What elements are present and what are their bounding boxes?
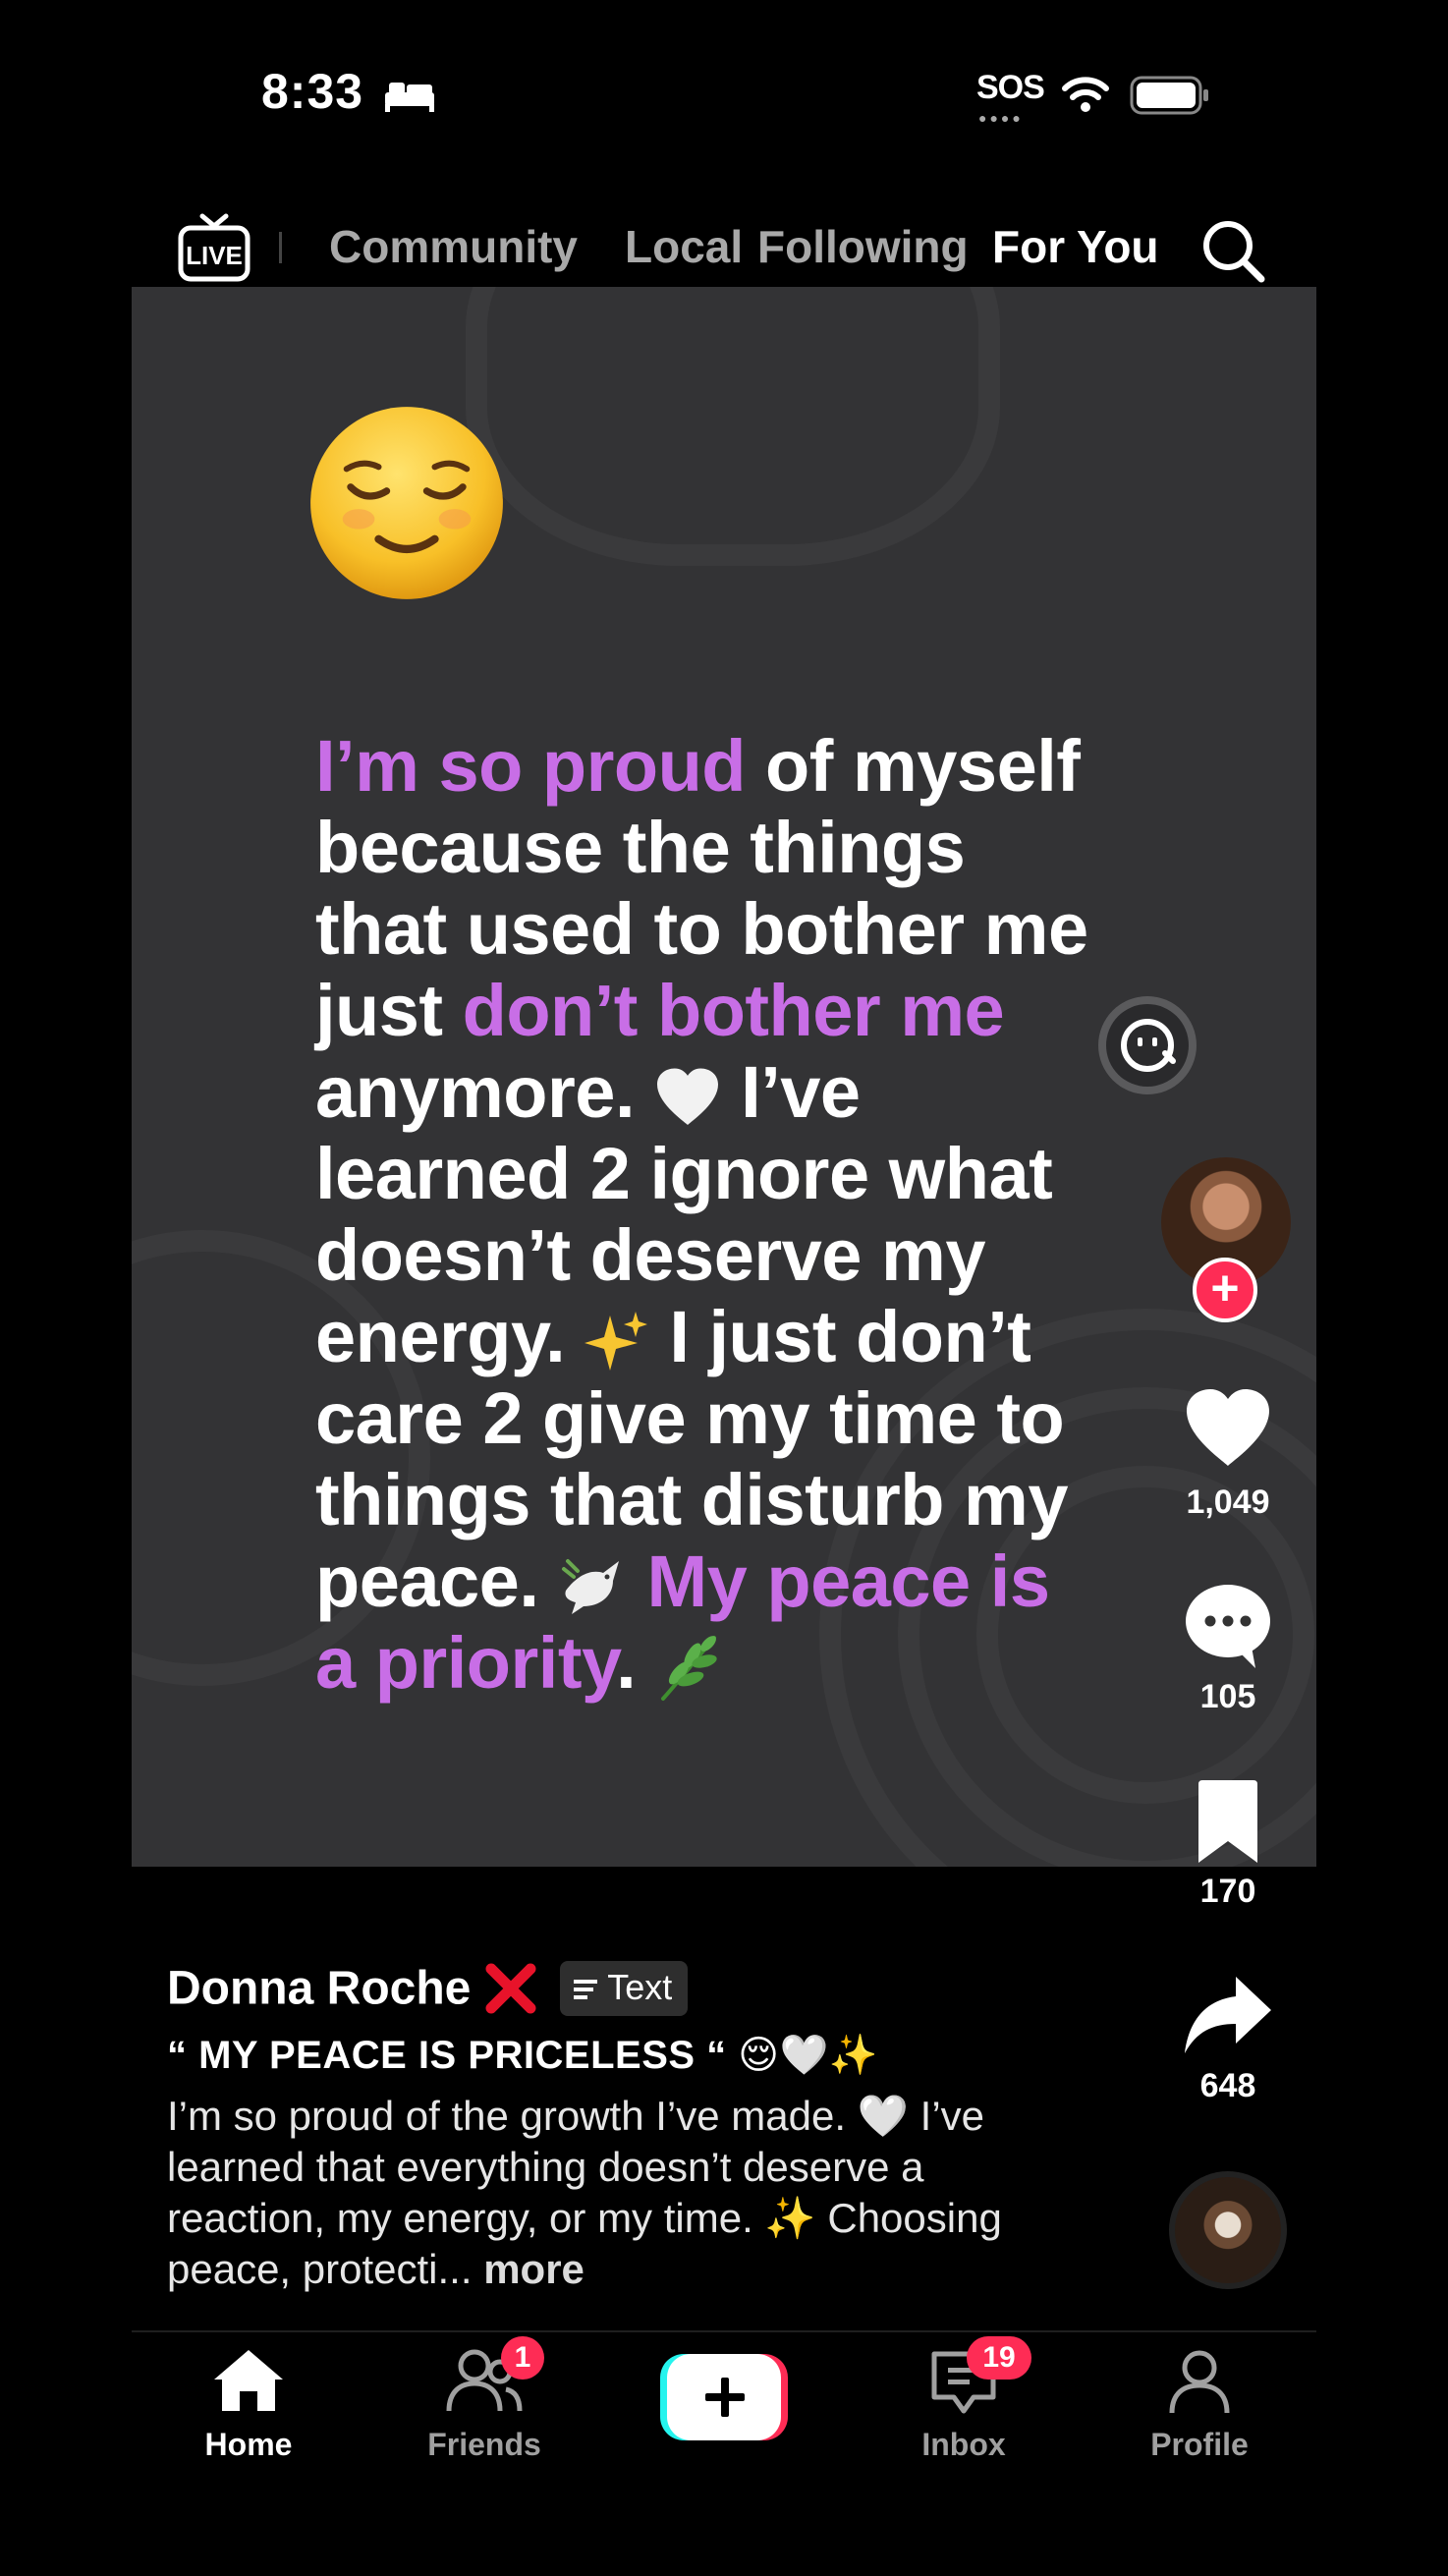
herb-emoji [655, 1622, 720, 1704]
bottom-nav-divider [132, 2330, 1316, 2332]
video-player[interactable]: I’m so proud of myself because the things… [132, 287, 1316, 1867]
create-button[interactable] [660, 2354, 788, 2440]
quote-segment: anymore. [315, 1051, 655, 1133]
quote-segment [627, 1540, 646, 1622]
quote-segment: energy. [315, 1296, 585, 1377]
quote-segment: that used to bother me [315, 888, 1088, 970]
text-badge-label: Text [607, 1967, 673, 2007]
search-icon[interactable] [1198, 216, 1267, 285]
white-heart-emoji [654, 1051, 721, 1133]
text-post-badge: Text [560, 1961, 689, 2016]
svg-text:LIVE: LIVE [186, 241, 243, 270]
top-feed-nav: LIVE Community Local Following For You [132, 206, 1316, 307]
quote-line: doesn’t deserve my [315, 1214, 1199, 1296]
comment-icon[interactable] [1183, 1582, 1273, 1670]
quote-highlight: don’t bother me [462, 970, 1005, 1051]
author-name[interactable]: Donna Roche [167, 1963, 471, 2015]
tab-community[interactable]: Community [329, 220, 578, 273]
quote-line: I’m so proud of myself [315, 725, 1199, 807]
sleep-focus-icon [385, 83, 434, 112]
quote-line: because the things [315, 807, 1199, 888]
more-link[interactable]: more [483, 2246, 585, 2292]
quote-segment: I’ve [721, 1051, 861, 1133]
quote-segment: learned 2 ignore what [315, 1133, 1053, 1214]
signal-dots: ●●●● [978, 110, 1024, 126]
quote-line: a priority. [315, 1622, 1199, 1704]
quote-line: energy. I just don’t [315, 1296, 1199, 1377]
quote-segment: care 2 give my time to [315, 1377, 1065, 1459]
tab-for-you[interactable]: For You [992, 220, 1159, 273]
nav-home[interactable] [165, 2348, 332, 2418]
quote-segment: of myself [746, 725, 1081, 807]
nav-inbox-label: Inbox [921, 2427, 1006, 2462]
share-arrow-icon[interactable] [1183, 1975, 1273, 2055]
quote-segment: things that disturb my [315, 1459, 1069, 1540]
nav-divider [279, 232, 282, 263]
quote-highlight: I’m so proud [315, 725, 747, 807]
caption-text: I’m so proud of the growth I’ve made. 🤍 … [167, 2093, 1002, 2292]
quote-text: I’m so proud of myself because the things… [315, 725, 1199, 1704]
phone-screen: 8:33 SOS ●●●● LIVE Community Local Follo… [132, 0, 1316, 2576]
profile-icon [1169, 2350, 1230, 2414]
quote-highlight: a priority [315, 1622, 617, 1704]
quote-line: things that disturb my [315, 1459, 1199, 1540]
text-lines-icon [574, 1980, 598, 2000]
nav-profile[interactable] [1116, 2348, 1283, 2422]
quote-segment: just [315, 970, 463, 1051]
quote-segment: I just don’t [649, 1296, 1031, 1377]
live-tv-icon[interactable]: LIVE [177, 210, 251, 285]
quote-line: just don’t bother me [315, 970, 1199, 1051]
quote-line: care 2 give my time to [315, 1377, 1199, 1459]
friends-badge: 1 [501, 2336, 544, 2380]
bookmark-icon[interactable] [1193, 1780, 1263, 1865]
comment-count: 105 [1199, 1678, 1256, 1715]
sos-indicator: SOS [976, 69, 1045, 106]
like-count: 1,049 [1186, 1484, 1270, 1521]
follow-button[interactable]: + [1193, 1258, 1257, 1322]
home-icon [214, 2350, 283, 2411]
quote-segment: peace. [315, 1540, 559, 1622]
nav-profile-label: Profile [1150, 2427, 1249, 2462]
quote-line: that used to bother me [315, 888, 1199, 970]
author-row: Donna Roche Text [167, 1961, 689, 2020]
quote-line: peace. My peace is [315, 1540, 1199, 1622]
quote-highlight: My peace is [646, 1540, 1050, 1622]
wifi-icon [1062, 77, 1109, 112]
save-count: 170 [1199, 1873, 1256, 1910]
inbox-badge: 19 [967, 2336, 1031, 2380]
share-count: 648 [1199, 2067, 1256, 2104]
quote-segment: . [616, 1622, 656, 1704]
battery-icon [1130, 76, 1208, 115]
quote-segment: because the things [315, 807, 966, 888]
nav-home-label: Home [204, 2427, 293, 2462]
red-x-icon [485, 1963, 536, 2014]
relieved-face-emoji [310, 407, 503, 599]
sparkles-emoji [585, 1296, 649, 1377]
caption-body[interactable]: I’m so proud of the growth I’ve made. 🤍 … [167, 2091, 1051, 2295]
quote-line: learned 2 ignore what [315, 1133, 1199, 1214]
quote-segment: doesn’t deserve my [315, 1214, 985, 1296]
caption-title: “ MY PEACE IS PRICELESS “ 😌🤍✨ [167, 2034, 879, 2077]
tab-local[interactable]: Local [625, 220, 743, 273]
dove-emoji [558, 1540, 627, 1622]
quote-line: anymore. I’ve [315, 1051, 1199, 1133]
status-time: 8:33 [261, 64, 364, 119]
like-heart-icon[interactable] [1183, 1387, 1273, 1470]
sound-disc[interactable] [1169, 2171, 1287, 2289]
ai-assistant-icon[interactable] [1094, 992, 1200, 1098]
background-swirl [466, 287, 1000, 566]
nav-friends-label: Friends [427, 2427, 541, 2462]
tab-following[interactable]: Following [757, 220, 969, 273]
